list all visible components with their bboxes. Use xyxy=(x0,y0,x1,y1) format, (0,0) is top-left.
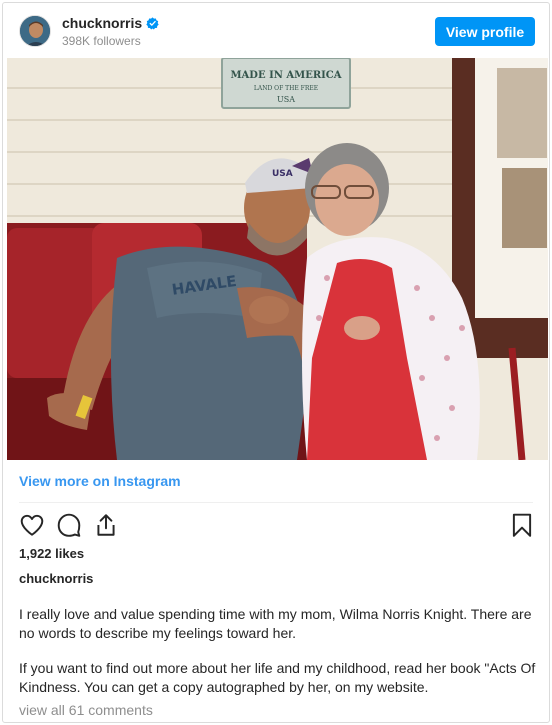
share-icon[interactable] xyxy=(93,512,119,538)
cap-text: USA xyxy=(272,169,293,179)
view-more-link[interactable]: View more on Instagram xyxy=(19,473,181,489)
comment-icon[interactable] xyxy=(56,512,82,538)
username[interactable]: chucknorris xyxy=(62,15,142,31)
sign-line-3: USA xyxy=(277,95,295,104)
caption-username[interactable]: chucknorris xyxy=(19,571,93,586)
sign-line-2: LAND OF THE FREE xyxy=(254,85,318,92)
action-bar xyxy=(19,512,535,540)
caption-paragraph-2: If you want to find out more about her l… xyxy=(19,660,536,695)
bookmark-icon[interactable] xyxy=(509,512,535,538)
verified-badge-icon xyxy=(146,16,159,30)
sign: MADE IN AMERICA LAND OF THE FREE USA xyxy=(221,58,351,109)
caption-paragraph-1: I really love and value spending time wi… xyxy=(19,606,532,641)
avatar[interactable] xyxy=(19,15,51,47)
username-row: chucknorris xyxy=(62,15,159,31)
sign-line-1: MADE IN AMERICA xyxy=(230,70,341,81)
view-profile-button[interactable]: View profile xyxy=(435,17,535,46)
post-header: chucknorris 398K followers View profile xyxy=(3,3,549,59)
view-all-comments-link[interactable]: view all 61 comments xyxy=(19,702,153,718)
likes-count[interactable]: 1,922 likes xyxy=(19,546,84,561)
followers-count: 398K followers xyxy=(62,34,141,48)
instagram-embed: chucknorris 398K followers View profile xyxy=(2,2,550,723)
divider xyxy=(19,502,533,503)
heart-icon[interactable] xyxy=(19,512,45,538)
post-photo[interactable]: MADE IN AMERICA LAND OF THE FREE USA HAV… xyxy=(7,58,548,460)
